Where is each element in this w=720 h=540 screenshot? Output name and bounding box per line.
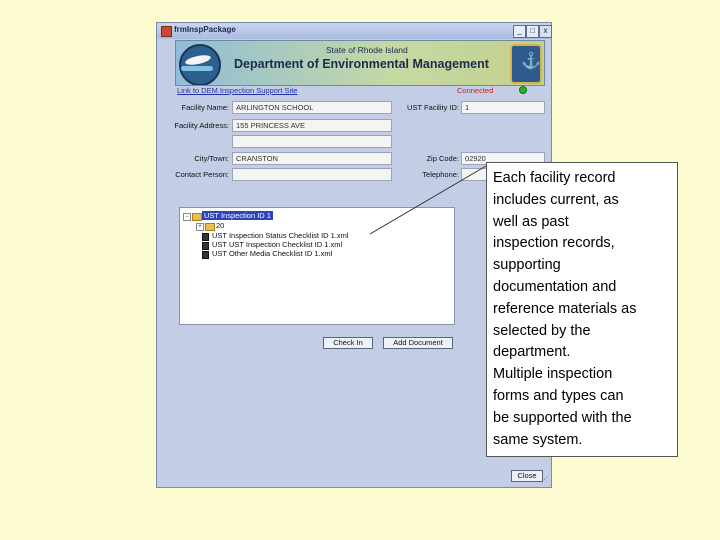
ust-facility-id-label: UST Facility ID: [407,103,459,112]
contact-person-field[interactable] [232,168,392,181]
status-indicator-icon [519,86,527,94]
zip-code-label: Zip Code: [426,154,459,163]
expand-icon[interactable]: + [196,223,204,231]
callout-line: well as past [493,213,569,230]
inspection-support-link[interactable]: Link to DEM Inspection Support Site [177,86,297,95]
document-icon [202,251,209,259]
connection-status: Connected [457,86,494,95]
city-field[interactable]: CRANSTON [232,152,392,165]
city-label: City/Town: [194,154,229,163]
callout-line: supporting [493,257,561,274]
tree-file-node[interactable]: UST UST Inspection Checklist ID 1.xml [212,240,342,249]
anchor-icon: ⚓ [521,53,541,70]
dem-logo [179,44,221,85]
tree-root-label: UST Inspection ID 1 [202,211,273,220]
tree-file-node[interactable]: UST Inspection Status Checklist ID 1.xml [212,231,349,240]
add-document-button[interactable]: Add Document [383,337,453,349]
window-title: frmInspPackage [174,25,236,34]
maximize-button[interactable]: □ [526,25,539,38]
collapse-icon[interactable]: − [183,213,191,221]
rhode-island-seal: ⚓ [510,44,542,84]
callout-line: be supported with the [493,409,632,426]
tree-file-node[interactable]: UST Other Media Checklist ID 1.xml [212,249,332,258]
callout-line: forms and types can [493,387,624,404]
tree-root-node[interactable]: UST Inspection ID 1 [202,211,273,220]
telephone-label: Telephone: [422,170,459,179]
banner-department: Department of Environmental Management [234,57,489,71]
facility-address-field[interactable]: 155 PRINCESS AVE [232,119,392,132]
minimize-button[interactable]: _ [513,25,526,38]
callout-line: documentation and [493,278,617,295]
resize-grip-icon[interactable]: ⋰ [541,477,549,485]
banner-state: State of Rhode Island [326,45,408,55]
document-icon [202,233,209,241]
close-window-button[interactable]: x [539,25,552,38]
annotation-callout: Each facility record includes current, a… [486,162,678,457]
callout-line: department. [493,344,571,361]
folder-icon [205,223,215,231]
close-button[interactable]: Close [511,470,543,482]
facility-name-field[interactable]: ARLINGTON SCHOOL [232,101,392,114]
callout-line: reference materials as [493,300,637,317]
app-icon [161,26,172,37]
window-titlebar[interactable]: frmInspPackage _ □ x [157,23,552,39]
callout-line: selected by the [493,322,591,339]
facility-address-line2-field[interactable] [232,135,392,148]
callout-line: same system. [493,431,583,448]
facility-name-label: Facility Name: [181,103,229,112]
ust-facility-id-field[interactable]: 1 [461,101,545,114]
check-in-button[interactable]: Check In [323,337,373,349]
contact-person-label: Contact Person: [175,170,229,179]
callout-line: Each facility record [493,170,616,186]
dem-banner: State of Rhode Island Department of Envi… [175,40,545,86]
document-icon [202,242,209,250]
facility-address-label: Facility Address: [174,121,229,130]
folder-icon [192,213,202,221]
document-tree[interactable]: − UST Inspection ID 1 + 20 UST Inspectio… [179,207,455,325]
callout-line: Multiple inspection [493,366,613,383]
callout-line: includes current, as [493,191,619,208]
wave-icon [181,66,213,71]
callout-line: inspection records, [493,235,615,252]
tree-folder-node[interactable]: 20 [216,221,224,230]
